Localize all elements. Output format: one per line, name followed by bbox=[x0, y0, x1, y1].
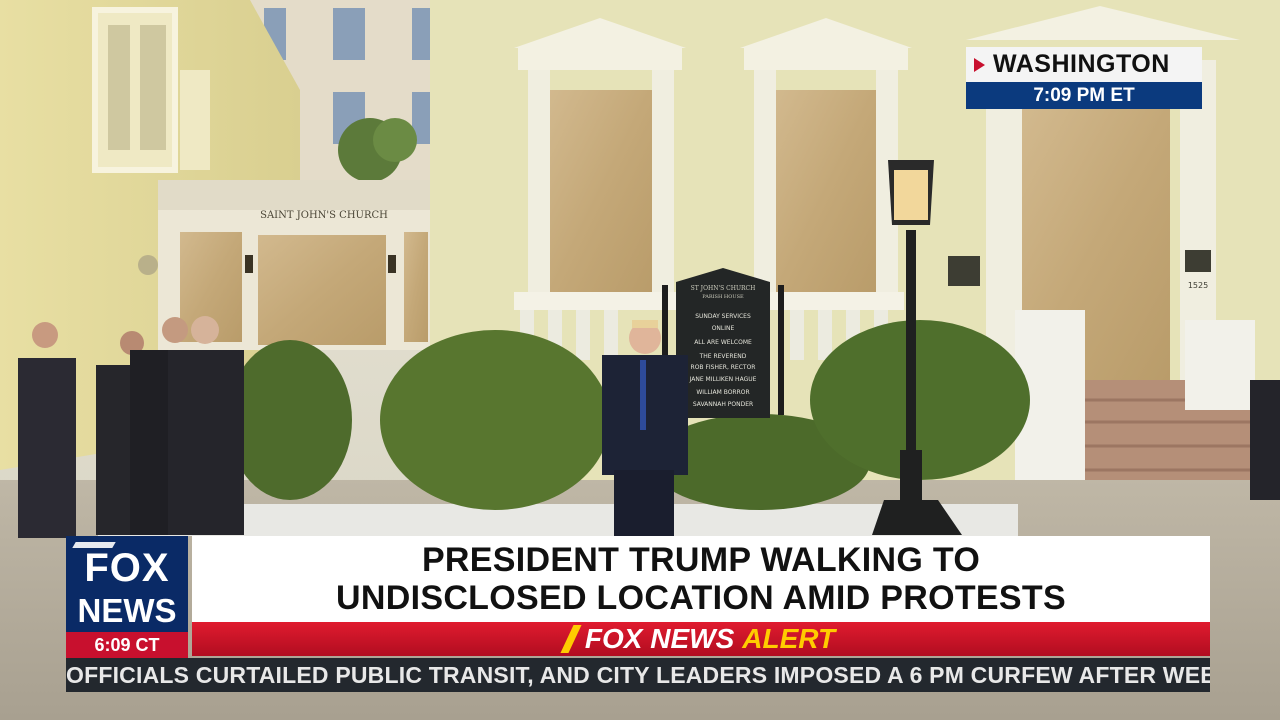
house-number: 1525 bbox=[1188, 281, 1208, 290]
parish-board-subtitle: PARISH HOUSE bbox=[702, 294, 744, 300]
headline-line-2: UNDISCLOSED LOCATION AMID PROTESTS bbox=[336, 579, 1066, 617]
alert-slash-icon bbox=[560, 625, 582, 653]
board-line: ROB FISHER, RECTOR bbox=[691, 364, 756, 371]
play-arrow-icon bbox=[974, 57, 985, 72]
headline-line-1: PRESIDENT TRUMP WALKING TO bbox=[421, 541, 981, 579]
alert-word: ALERT bbox=[742, 623, 836, 654]
board-line: WILLIAM BORROR bbox=[696, 389, 749, 396]
ticker-text: OFFICIALS CURTAILED PUBLIC TRANSIT, AND … bbox=[66, 662, 1210, 688]
board-line: JANE MILLIKEN HAGUE bbox=[689, 376, 757, 383]
alert-prefix: FOX NEWS bbox=[584, 623, 735, 654]
logo-local-time: 6:09 CT bbox=[66, 632, 188, 658]
location-city: WASHINGTON bbox=[993, 50, 1170, 78]
headline-banner: PRESIDENT TRUMP WALKING TO UNDISCLOSED L… bbox=[192, 536, 1210, 622]
church-name-sign: SAINT JOHN'S CHURCH bbox=[260, 210, 388, 221]
logo-news-text: NEWS bbox=[77, 592, 177, 629]
boarded-window bbox=[776, 90, 876, 295]
board-line: ONLINE bbox=[712, 325, 735, 332]
location-time: 7:09 PM ET bbox=[966, 82, 1202, 109]
news-ticker: OFFICIALS CURTAILED PUBLIC TRANSIT, AND … bbox=[66, 658, 1210, 692]
board-line: ALL ARE WELCOME bbox=[694, 339, 752, 346]
location-city-bar: WASHINGTON bbox=[966, 47, 1202, 82]
news-alert-bar: FOX NEWS ALERT bbox=[192, 622, 1210, 656]
logo-fox-text: FOX bbox=[84, 546, 170, 590]
board-line: SAVANNAH PONDER bbox=[693, 401, 753, 408]
board-line: SUNDAY SERVICES bbox=[695, 313, 751, 320]
board-line: THE REVEREND bbox=[699, 353, 747, 360]
parish-board-title: ST JOHN'S CHURCH bbox=[691, 285, 756, 292]
location-bug: WASHINGTON 7:09 PM ET bbox=[966, 47, 1202, 109]
boarded-window bbox=[550, 90, 652, 295]
fox-news-logo: FOX NEWS 6:09 CT bbox=[66, 536, 188, 658]
